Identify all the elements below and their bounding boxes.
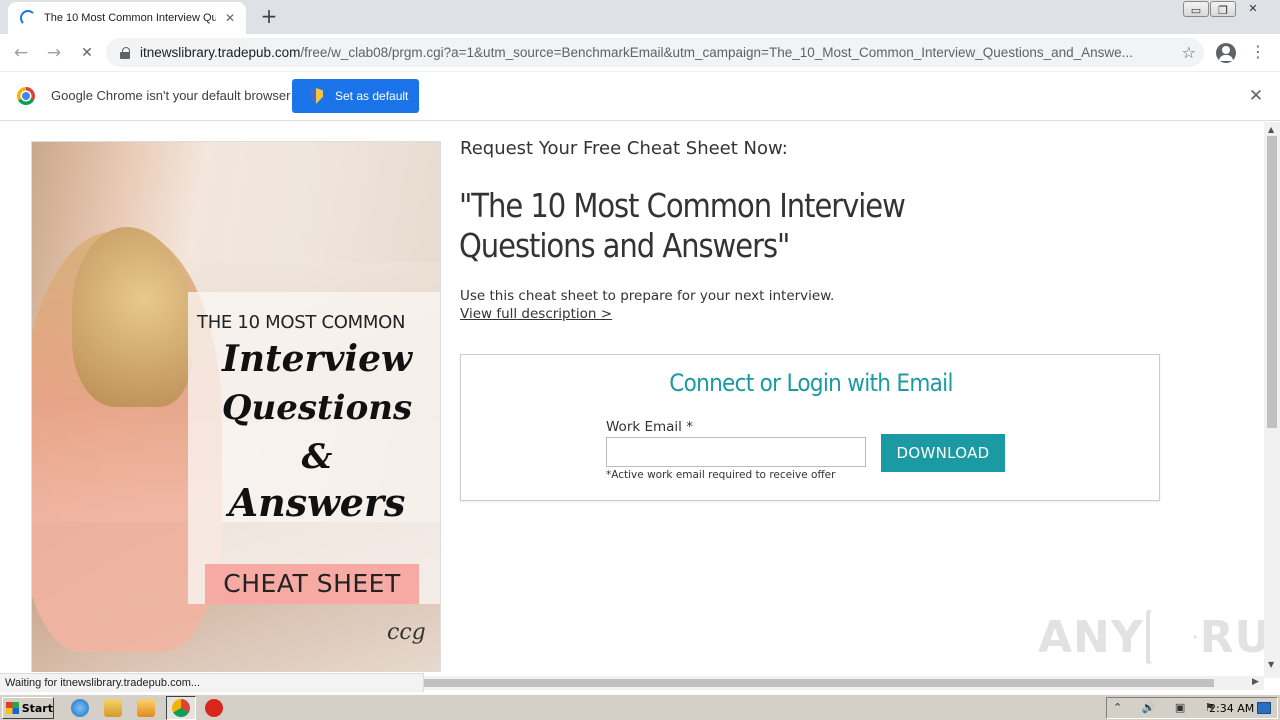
start-label: Start [21,701,53,715]
scroll-up-icon[interactable]: ▲ [1268,125,1274,134]
restore-button[interactable]: ❐ [1210,1,1236,17]
clock[interactable]: 2:34 AM [1209,702,1254,715]
profile-avatar-icon[interactable] [1216,43,1236,63]
chrome-taskbar-icon[interactable] [172,699,190,717]
url-host: itnewslibrary.tradepub.com [140,45,301,60]
cover-badge: CHEAT SHEET [205,564,419,604]
work-email-label: Work Email * [606,419,693,435]
new-tab-button[interactable]: + [256,5,282,29]
page-title: "The 10 Most Common Interview Questions … [459,186,906,265]
web-page: THE 10 MOST COMMON Interview Questions &… [0,122,1264,672]
uac-shield-icon [309,88,323,104]
lock-icon [120,46,130,59]
cheat-sheet-cover-image: THE 10 MOST COMMON Interview Questions &… [31,141,441,672]
media-player-icon[interactable] [137,699,155,717]
cover-script-1: Interview [221,338,412,380]
back-button[interactable]: ← [8,40,34,66]
tab-strip: The 10 Most Common Interview Que ✕ + ▭ ❐… [0,0,1280,34]
horizontal-scrollbar[interactable]: ▶ [424,676,1264,690]
email-note: *Active work email required to receive o… [606,469,836,481]
show-desktop-icon[interactable] [1257,702,1271,714]
minimize-button[interactable]: ▭ [1183,1,1209,17]
watermark-play-icon [1145,608,1198,666]
view-full-description-link[interactable]: View full description > [460,306,612,322]
offer-description: Use this cheat sheet to prepare for your… [460,288,835,304]
request-heading: Request Your Free Cheat Sheet Now: [460,138,788,159]
browser-menu-icon[interactable]: ⋮ [1250,42,1266,64]
url-path: /free/w_clab08/prgm.cgi?a=1&utm_source=B… [300,45,1133,60]
start-button[interactable]: Start [2,697,54,719]
url-text[interactable]: itnewslibrary.tradepub.com/free/w_clab08… [140,45,1170,60]
scroll-down-icon[interactable]: ▼ [1268,660,1274,669]
tab-title: The 10 Most Common Interview Que [44,12,216,24]
infobar-message: Google Chrome isn't your default browser [51,88,291,103]
stop-loading-button[interactable]: ✕ [74,40,100,66]
tab-active[interactable]: The 10 Most Common Interview Que ✕ [8,2,246,34]
windows-taskbar: Start ⌃ 🔊 ▣ ⚑ 2:34 AM [0,694,1280,720]
download-button[interactable]: DOWNLOAD [881,434,1005,472]
scroll-right-icon[interactable]: ▶ [1252,677,1259,687]
internet-explorer-icon[interactable] [71,699,89,717]
chrome-logo-icon [17,87,35,105]
status-bubble: Waiting for itnewslibrary.tradepub.com..… [0,673,424,692]
system-tray: ⌃ 🔊 ▣ ⚑ 2:34 AM [1106,697,1278,719]
forward-button[interactable]: → [41,40,67,66]
horizontal-scroll-thumb[interactable] [424,679,1214,687]
cover-line-1: THE 10 MOST COMMON [197,312,406,333]
tray-icons[interactable]: ⌃ 🔊 ▣ ⚑ [1113,701,1223,714]
cover-script-3: & [301,437,333,477]
infobar-close-icon[interactable]: ✕ [1246,86,1266,106]
address-bar[interactable]: itnewslibrary.tradepub.com/free/w_clab08… [106,38,1204,67]
tab-close-icon[interactable]: ✕ [222,10,238,26]
vertical-scroll-thumb[interactable] [1267,136,1277,428]
watermark-right: RUN [1199,611,1264,663]
bookmark-star-icon[interactable]: ☆ [1182,43,1196,62]
loading-spinner-icon [20,10,36,26]
stop-app-icon[interactable] [205,699,223,717]
login-form: Connect or Login with Email Work Email *… [460,354,1160,501]
set-as-default-button[interactable]: Set as default [292,79,419,113]
cover-signature: ccg [387,620,426,645]
form-title: Connect or Login with Email [669,369,953,397]
close-window-button[interactable]: ✕ [1240,0,1266,18]
set-as-default-label: Set as default [335,89,409,103]
windows-flag-icon [6,702,19,714]
file-explorer-icon[interactable] [104,699,122,717]
cover-script-2: Questions [221,388,413,428]
anyrun-watermark: ANY RUN [1038,608,1264,666]
watermark-left: ANY [1038,611,1144,663]
default-browser-infobar: Google Chrome isn't your default browser… [0,71,1280,121]
vertical-scrollbar[interactable]: ▲ ▼ [1264,122,1280,678]
work-email-input[interactable] [606,437,866,467]
browser-toolbar: ← → ✕ itnewslibrary.tradepub.com/free/w_… [0,34,1280,71]
cover-script-4: Answers [228,480,406,525]
